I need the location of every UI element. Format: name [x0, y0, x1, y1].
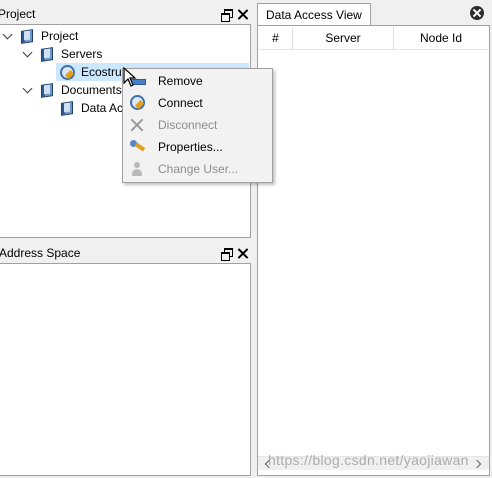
chevron-down-icon[interactable]	[22, 47, 33, 58]
address-pane-buttons	[221, 244, 248, 262]
menu-item-remove[interactable]: Remove	[123, 70, 272, 92]
tab-label: Data Access View	[266, 8, 362, 22]
folder-book-icon	[40, 47, 53, 60]
menu-item-properties[interactable]: Properties...	[123, 136, 272, 158]
server-icon	[58, 64, 75, 80]
menu-item-label: Remove	[158, 74, 203, 88]
tree-item-project[interactable]: Project	[0, 27, 240, 45]
chevron-down-icon[interactable]	[22, 83, 33, 94]
user-icon	[129, 161, 145, 177]
watermark: https://blog.csdn.net/yaojiawan	[268, 452, 469, 468]
scroll-right-icon[interactable]	[472, 459, 482, 469]
close-icon[interactable]	[237, 9, 248, 20]
address-space-area[interactable]	[0, 263, 251, 476]
column-header-node-id[interactable]: Node Id	[394, 27, 488, 49]
context-menu: Remove Connect Disconnect Properties... …	[122, 68, 273, 183]
address-pane-title: Address Space	[0, 244, 81, 262]
chevron-down-icon[interactable]	[2, 29, 13, 40]
header-divider	[259, 49, 488, 50]
project-pane-title: Project	[0, 5, 36, 23]
menu-item-disconnect: Disconnect	[123, 114, 272, 136]
close-icon[interactable]	[237, 248, 248, 259]
wrench-icon	[129, 139, 145, 155]
menu-item-change-user: Change User...	[123, 158, 272, 180]
folder-book-icon	[20, 29, 33, 42]
tree-label: Servers	[61, 47, 103, 61]
menu-item-connect[interactable]: Connect	[123, 92, 272, 114]
tree-label: Project	[41, 29, 79, 43]
tab-data-access-view[interactable]: Data Access View	[257, 3, 371, 25]
tree-item-servers[interactable]: Servers	[0, 45, 240, 63]
close-tab-icon[interactable]	[470, 6, 484, 20]
float-icon[interactable]	[221, 247, 233, 261]
data-access-table[interactable]	[257, 25, 490, 476]
menu-item-label: Connect	[158, 96, 203, 110]
float-icon[interactable]	[221, 8, 233, 22]
folder-book-icon	[40, 83, 53, 96]
folder-book-icon	[60, 101, 73, 114]
mouse-cursor-icon	[123, 67, 137, 87]
menu-item-label: Disconnect	[158, 118, 218, 132]
menu-item-label: Properties...	[158, 140, 223, 154]
menu-item-label: Change User...	[158, 162, 239, 176]
column-header-index[interactable]: #	[259, 27, 293, 49]
tree-label: Documents	[61, 83, 122, 97]
disconnect-icon	[129, 117, 145, 133]
column-header-server[interactable]: Server	[293, 27, 394, 49]
project-pane-buttons	[221, 5, 248, 23]
connect-icon	[128, 94, 145, 110]
